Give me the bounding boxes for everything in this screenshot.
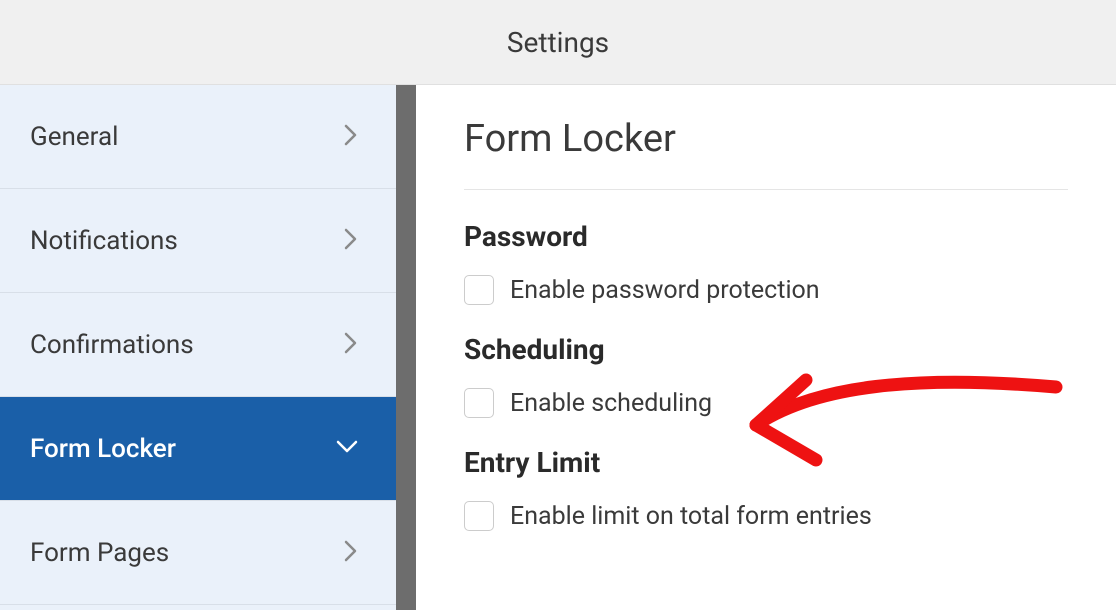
section-entry-limit: Entry Limit Enable limit on total form e… [464,446,1068,531]
checkbox-row-entry-limit: Enable limit on total form entries [464,501,1068,531]
checkbox-label: Enable scheduling [510,389,712,418]
sidebar-item-label: Form Pages [30,538,169,568]
chevron-down-icon [336,439,358,458]
content-area: General Notifications Confirmations Form… [0,85,1116,610]
section-heading-entry-limit: Entry Limit [464,446,1068,479]
page-header-title: Settings [507,26,609,59]
chevron-right-icon [344,332,358,358]
checkbox-label: Enable password protection [510,276,820,305]
chevron-right-icon [344,124,358,150]
section-password: Password Enable password protection [464,220,1068,305]
checkbox-label: Enable limit on total form entries [510,502,872,531]
sidebar-item-form-pages[interactable]: Form Pages [0,501,396,605]
checkbox-enable-entry-limit[interactable] [464,501,494,531]
sidebar-item-label: Confirmations [30,330,194,360]
page-title: Form Locker [464,117,1068,190]
section-heading-password: Password [464,220,1068,253]
section-scheduling: Scheduling Enable scheduling [464,333,1068,418]
checkbox-enable-scheduling[interactable] [464,388,494,418]
header: Settings [0,0,1116,85]
sidebar-item-form-locker[interactable]: Form Locker [0,397,396,501]
sidebar-item-notifications[interactable]: Notifications [0,189,396,293]
main-panel: Form Locker Password Enable password pro… [416,85,1116,610]
checkbox-enable-password[interactable] [464,275,494,305]
sidebar-item-label: Form Locker [30,434,176,464]
sidebar-item-label: Notifications [30,226,178,256]
chevron-right-icon [344,540,358,566]
section-heading-scheduling: Scheduling [464,333,1068,366]
sidebar: General Notifications Confirmations Form… [0,85,396,610]
checkbox-row-password: Enable password protection [464,275,1068,305]
sidebar-item-general[interactable]: General [0,85,396,189]
vertical-divider [396,85,416,610]
sidebar-item-confirmations[interactable]: Confirmations [0,293,396,397]
checkbox-row-scheduling: Enable scheduling [464,388,1068,418]
sidebar-item-label: General [30,122,118,152]
chevron-right-icon [344,228,358,254]
